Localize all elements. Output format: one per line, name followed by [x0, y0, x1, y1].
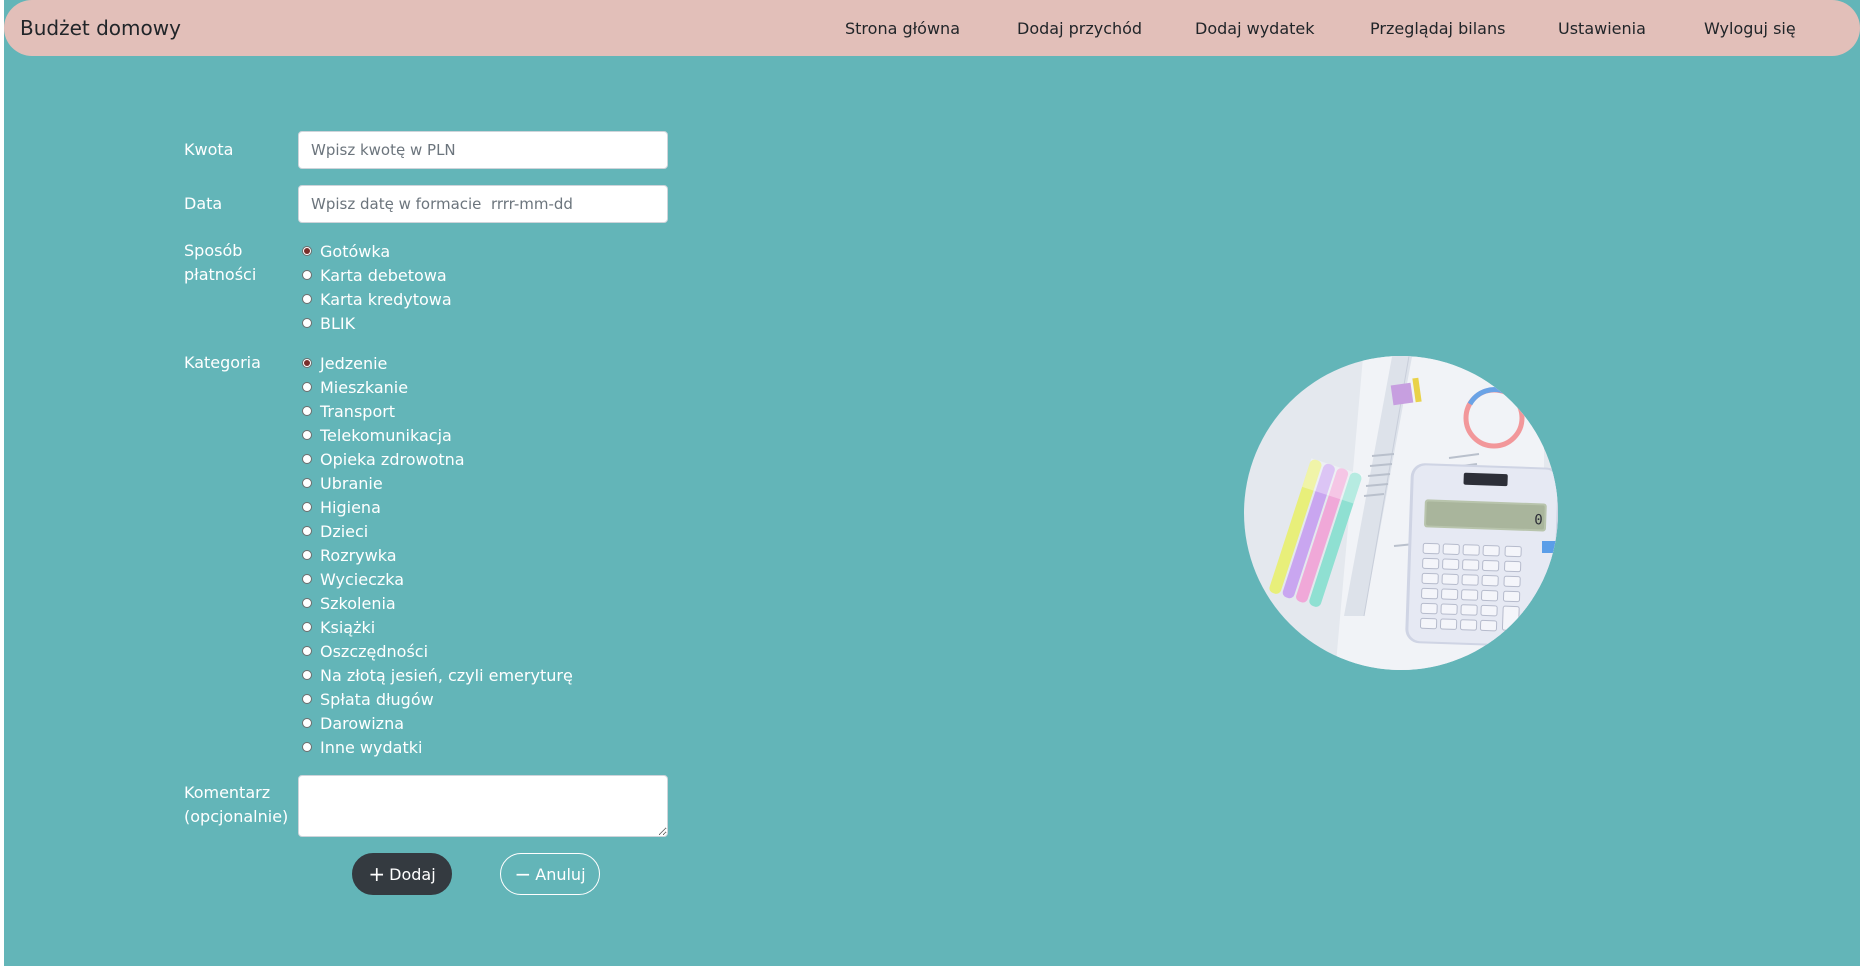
- nav-link-logout[interactable]: Wyloguj się: [1704, 19, 1796, 38]
- category-option-dzieci[interactable]: Dzieci: [302, 519, 368, 543]
- category-option-label: Jedzenie: [320, 353, 388, 373]
- payment-method-label-line2: płatności: [184, 265, 257, 284]
- amount-input[interactable]: [298, 131, 668, 169]
- brand-title[interactable]: Budżet domowy: [20, 16, 181, 40]
- category-option-mieszkanie[interactable]: Mieszkanie: [302, 375, 408, 399]
- category-radio[interactable]: [302, 382, 312, 392]
- category-option-ksiazki[interactable]: Książki: [302, 615, 375, 639]
- category-radio[interactable]: [302, 598, 312, 608]
- category-option-rozrywka[interactable]: Rozrywka: [302, 543, 397, 567]
- payment-option-label: BLIK: [320, 313, 356, 333]
- category-radio[interactable]: [302, 526, 312, 536]
- category-radio[interactable]: [302, 718, 312, 728]
- category-radio[interactable]: [302, 550, 312, 560]
- category-option-label: Na złotą jesień, czyli emeryturę: [320, 665, 573, 685]
- category-option-jedzenie[interactable]: Jedzenie: [302, 351, 387, 375]
- category-radio[interactable]: [302, 430, 312, 440]
- category-radio[interactable]: [302, 454, 312, 464]
- amount-label: Kwota: [184, 140, 234, 159]
- category-option-label: Telekomunikacja: [320, 425, 452, 445]
- comment-label-line2: (opcjonalnie): [184, 807, 289, 826]
- category-option-label: Ubranie: [320, 473, 383, 493]
- category-radio[interactable]: [302, 574, 312, 584]
- calculator-illustration: 0: [1244, 356, 1558, 670]
- category-option-oszczednosci[interactable]: Oszczędności: [302, 639, 428, 663]
- calculator-photo: 0: [1244, 356, 1558, 670]
- category-option-splata-dlugow[interactable]: Spłata długów: [302, 687, 434, 711]
- payment-option-label: Gotówka: [320, 241, 391, 261]
- category-option-label: Inne wydatki: [320, 737, 423, 757]
- payment-radio[interactable]: [302, 294, 312, 304]
- category-radio[interactable]: [302, 502, 312, 512]
- nav-link-settings[interactable]: Ustawienia: [1558, 19, 1646, 38]
- nav-link-view-balance[interactable]: Przeglądaj bilans: [1370, 19, 1505, 38]
- plus-icon: +: [368, 862, 386, 886]
- category-option-na-zlota-jesien-czyli-emeryture[interactable]: Na złotą jesień, czyli emeryturę: [302, 663, 573, 687]
- category-option-label: Higiena: [320, 497, 381, 517]
- minus-icon: −: [514, 862, 532, 886]
- navbar: Budżet domowy Strona główna Dodaj przych…: [4, 0, 1860, 56]
- category-label: Kategoria: [184, 353, 261, 372]
- category-option-transport[interactable]: Transport: [302, 399, 395, 423]
- category-option-label: Opieka zdrowotna: [320, 449, 465, 469]
- payment-option-label: Karta kredytowa: [320, 289, 452, 309]
- category-option-label: Dzieci: [320, 521, 369, 541]
- payment-option-karta-debetowa[interactable]: Karta debetowa: [302, 263, 447, 287]
- category-option-wycieczka[interactable]: Wycieczka: [302, 567, 404, 591]
- add-button[interactable]: + Dodaj: [352, 853, 452, 895]
- cancel-button[interactable]: − Anuluj: [500, 853, 600, 895]
- category-option-szkolenia[interactable]: Szkolenia: [302, 591, 396, 615]
- svg-text:0: 0: [1534, 512, 1543, 528]
- payment-option-karta-kredytowa[interactable]: Karta kredytowa: [302, 287, 452, 311]
- category-radio[interactable]: [302, 646, 312, 656]
- cancel-button-label: Anuluj: [535, 864, 586, 884]
- category-option-label: Transport: [320, 401, 396, 421]
- category-option-higiena[interactable]: Higiena: [302, 495, 381, 519]
- category-radio[interactable]: [302, 694, 312, 704]
- category-option-ubranie[interactable]: Ubranie: [302, 471, 383, 495]
- category-option-label: Książki: [320, 617, 376, 637]
- category-option-label: Darowizna: [320, 713, 405, 733]
- comment-label-line1: Komentarz: [184, 783, 271, 802]
- category-option-label: Oszczędności: [320, 641, 429, 661]
- nav-link-home[interactable]: Strona główna: [845, 19, 960, 38]
- date-input[interactable]: [298, 185, 668, 223]
- page-background: Budżet domowy Strona główna Dodaj przych…: [4, 0, 1860, 966]
- payment-method-label-line1: Sposób: [184, 241, 243, 260]
- comment-textarea[interactable]: [298, 775, 668, 837]
- date-label: Data: [184, 194, 223, 213]
- category-radio[interactable]: [302, 622, 312, 632]
- category-option-opieka-zdrowotna[interactable]: Opieka zdrowotna: [302, 447, 465, 471]
- payment-option-blik[interactable]: BLIK: [302, 311, 355, 335]
- payment-radio[interactable]: [302, 270, 312, 280]
- category-radio[interactable]: [302, 742, 312, 752]
- category-option-telekomunikacja[interactable]: Telekomunikacja: [302, 423, 452, 447]
- category-option-label: Rozrywka: [320, 545, 397, 565]
- category-radio[interactable]: [302, 670, 312, 680]
- category-radio[interactable]: [302, 406, 312, 416]
- add-button-label: Dodaj: [389, 864, 436, 884]
- category-option-label: Wycieczka: [320, 569, 405, 589]
- payment-radio[interactable]: [302, 246, 312, 256]
- nav-link-add-income[interactable]: Dodaj przychód: [1017, 19, 1142, 38]
- category-option-darowizna[interactable]: Darowizna: [302, 711, 404, 735]
- category-option-label: Szkolenia: [320, 593, 396, 613]
- category-radio[interactable]: [302, 478, 312, 488]
- nav-link-add-expense[interactable]: Dodaj wydatek: [1195, 19, 1315, 38]
- category-option-label: Spłata długów: [320, 689, 434, 709]
- category-radio[interactable]: [302, 358, 312, 368]
- payment-option-label: Karta debetowa: [320, 265, 447, 285]
- category-option-label: Mieszkanie: [320, 377, 409, 397]
- payment-option-gotowka[interactable]: Gotówka: [302, 239, 390, 263]
- payment-radio[interactable]: [302, 318, 312, 328]
- category-option-inne-wydatki[interactable]: Inne wydatki: [302, 735, 422, 759]
